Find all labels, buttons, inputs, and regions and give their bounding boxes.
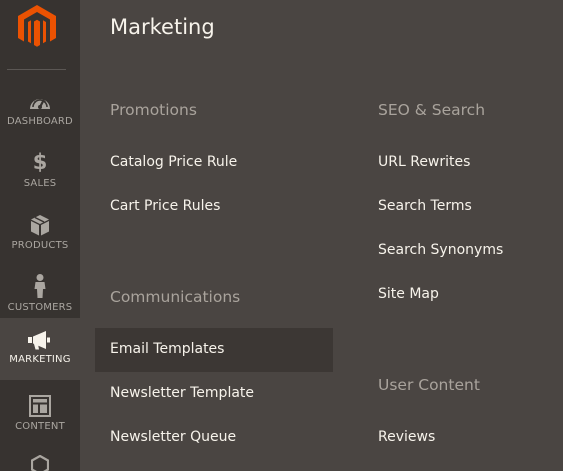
layout-icon [0,391,80,417]
menu-link-search-terms[interactable]: Search Terms [378,198,472,214]
sidebar-item-label: DASHBOARD [7,116,73,127]
sidebar-item-dashboard[interactable]: DASHBOARD [0,80,80,142]
menu-link-reviews[interactable]: Reviews [378,429,435,445]
menu-link-newsletter-template[interactable]: Newsletter Template [110,385,254,401]
menu-link-email-templates[interactable]: Email Templates [110,341,224,357]
sidebar-item-products[interactable]: PRODUCTS [0,204,80,266]
menu-link-catalog-price-rule[interactable]: Catalog Price Rule [110,154,237,170]
hexagon-icon [0,455,80,471]
sidebar-item-label: MARKETING [9,354,71,365]
sidebar-item-stores[interactable] [0,447,80,471]
megaphone-icon [0,324,80,350]
sidebar-divider [7,69,66,70]
admin-sidebar: DASHBOARD $ SALES PRODUCTS CUSTOMERS MAR… [0,0,80,471]
sidebar-item-label: CONTENT [15,421,65,432]
cube-icon [0,210,80,236]
magento-logo[interactable] [0,0,80,70]
menu-link-search-synonyms[interactable]: Search Synonyms [378,242,503,258]
menu-link-site-map[interactable]: Site Map [378,286,439,302]
sidebar-item-marketing[interactable]: MARKETING [0,318,80,380]
section-title-user-content: User Content [378,376,480,394]
magento-logo-icon [18,5,56,47]
dollar-icon: $ [32,150,48,174]
sidebar-item-label: SALES [23,178,57,189]
sidebar-item-label: CUSTOMERS [7,302,73,313]
sidebar-item-content[interactable]: CONTENT [0,385,80,447]
sidebar-item-label: PRODUCTS [11,240,69,251]
gauge-icon [0,86,80,112]
menu-link-cart-price-rules[interactable]: Cart Price Rules [110,198,220,214]
section-title-seo-search: SEO & Search [378,101,486,119]
person-icon [0,272,80,298]
menu-link-newsletter-queue[interactable]: Newsletter Queue [110,429,236,445]
section-title-communications: Communications [110,288,241,306]
page-title: Marketing [110,15,215,39]
sidebar-item-sales[interactable]: $ SALES [0,142,80,204]
section-title-promotions: Promotions [110,101,197,119]
menu-link-url-rewrites[interactable]: URL Rewrites [378,154,470,170]
